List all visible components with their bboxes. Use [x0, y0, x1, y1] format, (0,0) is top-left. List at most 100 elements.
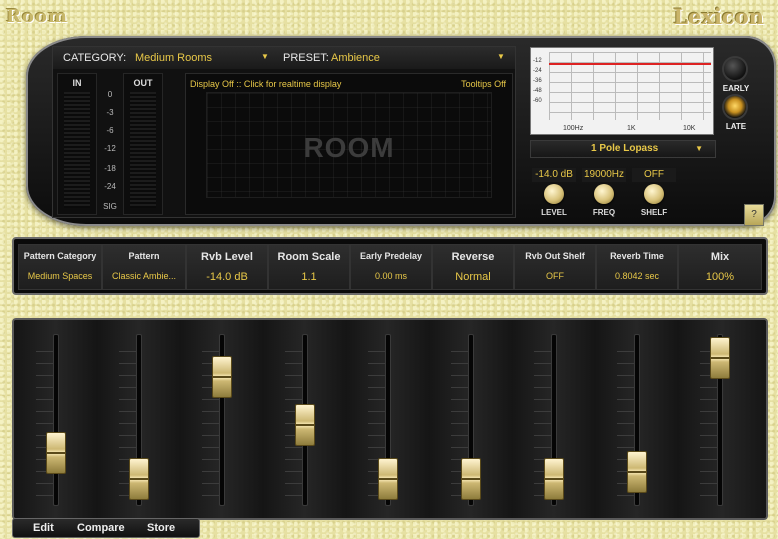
level-value: -14.0 dB	[532, 168, 576, 182]
app-title: Room	[6, 6, 69, 27]
fader-thumb[interactable]	[461, 457, 481, 500]
early-button[interactable]	[724, 58, 746, 80]
param-value: Normal	[455, 271, 491, 283]
selector-row: CATEGORY: Medium Rooms ▼ PRESET: Ambienc…	[53, 47, 515, 69]
meter-scale-tick: -3	[106, 108, 114, 117]
param-value: 0.00 ms	[374, 271, 407, 281]
eq-db-label: -36	[533, 78, 542, 84]
fader-ticks	[36, 340, 54, 500]
eq-response-curve	[549, 63, 711, 65]
display-status[interactable]: Display Off :: Click for realtime displa…	[190, 79, 341, 89]
param-value: -14.0 dB	[206, 271, 248, 283]
preset-dropdown[interactable]: Ambience	[331, 52, 380, 64]
eq-freq-label: 1K	[627, 125, 636, 132]
param-pattern[interactable]: Pattern Classic Ambie...	[102, 244, 186, 290]
output-meter-bars	[130, 92, 156, 208]
shelf-value: OFF	[632, 168, 676, 182]
fader-thumb[interactable]	[46, 431, 66, 474]
meter-scale-tick: -6	[106, 126, 114, 135]
bottom-button-bar: Edit Compare Store	[12, 518, 200, 538]
filter-dropdown-arrow-icon: ▼	[695, 144, 703, 153]
late-button[interactable]	[724, 96, 746, 118]
fader-thumb[interactable]	[129, 457, 149, 500]
display-area: CATEGORY: Medium Rooms ▼ PRESET: Ambienc…	[52, 46, 516, 218]
realtime-display[interactable]: ROOM Display Off :: Click for realtime d…	[185, 73, 513, 215]
preset-dropdown-arrow-icon[interactable]: ▼	[497, 52, 505, 61]
eq-db-label: -60	[533, 98, 542, 104]
eq-db-label: -12	[533, 58, 542, 64]
meter-scale-tick: -18	[104, 164, 116, 173]
late-label: LATE	[725, 122, 747, 131]
param-mix[interactable]: Mix 100%	[678, 244, 762, 290]
meter-scale-tick: 0	[107, 90, 113, 99]
param-name: Mix	[710, 251, 730, 263]
freq-value: 19000Hz	[582, 168, 626, 182]
output-meter: OUT	[123, 73, 163, 215]
fader-thumb[interactable]	[627, 451, 647, 493]
param-reverse[interactable]: Reverse Normal	[432, 244, 514, 290]
fader-room-scale[interactable]	[263, 320, 347, 518]
fader-rvb-out-shelf[interactable]	[512, 320, 596, 518]
fader-pattern-category[interactable]	[14, 320, 98, 518]
fader-thumb[interactable]	[295, 404, 315, 447]
level-knob-label: LEVEL	[541, 208, 567, 217]
meter-scale-tick: -24	[104, 182, 116, 191]
param-room-scale[interactable]: Room Scale 1.1	[268, 244, 350, 290]
lexicon-logo: Lexicon	[673, 4, 764, 29]
param-name: Reverb Time	[610, 251, 664, 261]
parameter-table: Pattern Category Medium Spaces Pattern C…	[12, 237, 768, 295]
param-value: Classic Ambie...	[111, 271, 177, 281]
fader-thumb[interactable]	[378, 457, 398, 500]
param-name: Early Predelay	[359, 251, 423, 261]
filter-type-dropdown[interactable]: 1 Pole Lopass ▼	[530, 140, 716, 158]
input-meter-label: IN	[72, 78, 82, 88]
shelf-knob-label: SHELF	[640, 208, 668, 217]
param-reverb-time[interactable]: Reverb Time 0.8042 sec	[596, 244, 678, 290]
eq-freq-label: 100Hz	[563, 125, 584, 132]
fader-thumb[interactable]	[544, 457, 564, 500]
edit-button[interactable]: Edit	[33, 522, 54, 534]
output-meter-label: OUT	[133, 78, 153, 88]
param-name: Room Scale	[277, 251, 341, 263]
param-value: 1.1	[301, 271, 317, 283]
category-dropdown-arrow-icon[interactable]: ▼	[261, 52, 269, 61]
fader-thumb[interactable]	[212, 356, 232, 399]
early-label: EARLY	[722, 84, 750, 93]
fader-pattern[interactable]	[97, 320, 181, 518]
fader-panel	[12, 318, 768, 520]
eq-db-label: -24	[533, 68, 542, 74]
shelf-knob[interactable]	[644, 184, 664, 204]
help-button[interactable]: ?	[744, 204, 764, 226]
param-pattern-category[interactable]: Pattern Category Medium Spaces	[18, 244, 102, 290]
param-name: Rvb Level	[201, 251, 253, 263]
filter-type-value: 1 Pole Lopass	[591, 143, 659, 154]
room-watermark: ROOM	[303, 132, 395, 163]
fader-rvb-level[interactable]	[180, 320, 264, 518]
store-button[interactable]: Store	[147, 522, 175, 534]
fader-early-predelay[interactable]	[346, 320, 430, 518]
param-name: Rvb Out Shelf	[525, 251, 585, 261]
param-rvb-level[interactable]: Rvb Level -14.0 dB	[186, 244, 268, 290]
param-value: Medium Spaces	[27, 271, 93, 281]
eq-graph: -12 -24 -36 -48 -60 100Hz 1K 10K	[530, 47, 714, 135]
fader-reverb-time[interactable]	[595, 320, 679, 518]
input-meter-bars	[64, 92, 90, 208]
param-value: OFF	[546, 271, 564, 281]
param-early-predelay[interactable]: Early Predelay 0.00 ms	[350, 244, 432, 290]
tooltips-toggle[interactable]: Tooltips Off	[461, 79, 506, 89]
category-label: CATEGORY:	[63, 52, 127, 64]
meter-scale-tick: SIG	[103, 202, 117, 211]
fader-mix[interactable]	[678, 320, 766, 518]
param-name: Pattern Category	[23, 251, 97, 261]
compare-button[interactable]: Compare	[77, 522, 125, 534]
fader-reverse[interactable]	[429, 320, 513, 518]
fader-track	[53, 334, 59, 506]
level-knob[interactable]	[544, 184, 564, 204]
category-dropdown[interactable]: Medium Rooms	[135, 52, 212, 64]
eq-db-label: -48	[533, 88, 542, 94]
freq-knob[interactable]	[594, 184, 614, 204]
param-rvb-out-shelf[interactable]: Rvb Out Shelf OFF	[514, 244, 596, 290]
fader-thumb[interactable]	[710, 336, 730, 379]
preset-label: PRESET:	[283, 52, 329, 64]
freq-knob-label: FREQ	[592, 208, 616, 217]
